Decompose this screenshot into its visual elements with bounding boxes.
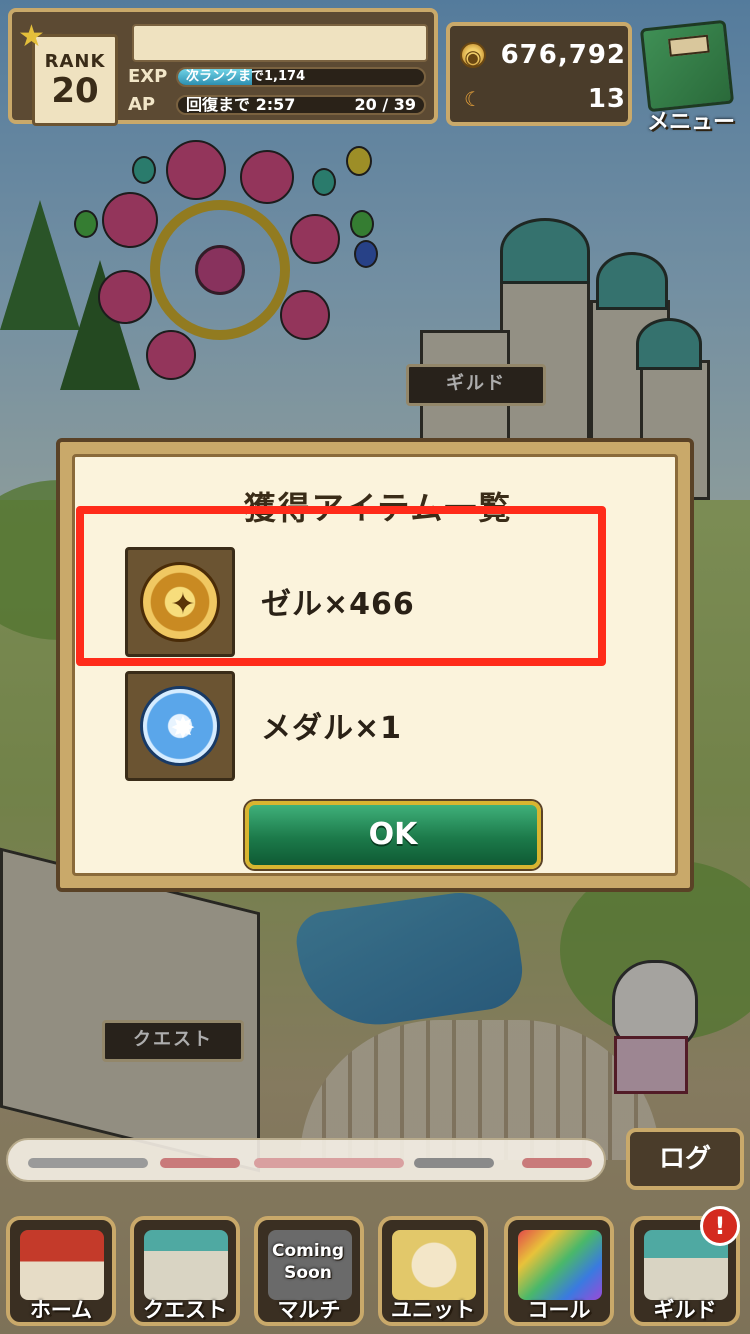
coming-soon-overlay: Coming Soon [272, 1241, 344, 1283]
nav-label: ホーム [29, 1298, 93, 1322]
exp-remaining-text: 次ランクまで1,174 [186, 69, 306, 84]
chat-text-redacted [254, 1158, 404, 1168]
player-name-banner [132, 24, 428, 62]
chat-text-redacted [28, 1158, 148, 1168]
rank-label: RANK [44, 51, 106, 72]
unit-icon [392, 1230, 476, 1300]
nav-call[interactable]: コール [500, 1210, 618, 1334]
zel-row: ◉ 676,792 [460, 36, 626, 76]
exp-row: EXP 次ランクまで1,174 [128, 64, 432, 90]
item-name: メダル×1 [261, 711, 403, 746]
ap-recover-text: 回復まで 2:57 [186, 95, 296, 114]
log-label: ログ [658, 1144, 711, 1174]
nav-label: クエスト [143, 1298, 227, 1322]
ok-button-label: OK [368, 817, 418, 852]
nav-home[interactable]: ホーム [2, 1210, 120, 1334]
list-item: ✸ メダル×1 [125, 671, 625, 781]
currency-panel: ◉ 676,792 ☾ 13 [446, 22, 632, 126]
nav-unit[interactable]: ユニット [374, 1210, 492, 1334]
exp-bar: 次ランクまで1,174 [176, 67, 426, 87]
chat-text-redacted [160, 1158, 240, 1168]
item-icon-frame: ✸ [125, 671, 235, 781]
medal-row: ☾ 13 [460, 80, 626, 120]
nav-quest[interactable]: クエスト [126, 1210, 244, 1334]
menu-label: メニュー [646, 110, 735, 135]
nav-label: ユニット [391, 1298, 475, 1322]
medal-moon-icon: ☾ [464, 87, 482, 111]
nav-label: ギルド [653, 1298, 717, 1322]
nav-label: マルチ [277, 1298, 341, 1322]
ap-bar: 回復まで 2:57 20 / 39 [176, 95, 426, 115]
home-icon [20, 1230, 104, 1300]
bottom-nav: ホーム クエスト Coming Soon マルチ ユニット コール ギルド [0, 1210, 750, 1334]
medal-value: 13 [587, 84, 626, 114]
book-icon [639, 19, 735, 113]
rank-panel: RANK 20 ★ EXP 次ランクまで1,174 AP 回復まで 2:57 2… [8, 8, 438, 126]
ap-count: 20 / 39 [354, 95, 416, 114]
quest-gate-icon [144, 1230, 228, 1300]
rank-value: 20 [51, 71, 99, 111]
top-hud: RANK 20 ★ EXP 次ランクまで1,174 AP 回復まで 2:57 2… [0, 0, 750, 140]
chat-bar[interactable] [6, 1138, 606, 1182]
highlight-box [76, 506, 606, 666]
nav-label: コール [527, 1298, 591, 1322]
chat-text-redacted [522, 1158, 592, 1168]
notification-badge: ! [700, 1206, 740, 1246]
medal-icon: ✸ [140, 686, 220, 766]
zel-coin-icon: ◉ [460, 42, 486, 69]
zel-value: 676,792 [500, 40, 626, 70]
chat-text-redacted [414, 1158, 494, 1168]
call-icon [518, 1230, 602, 1300]
ap-label: AP [128, 94, 156, 115]
log-button[interactable]: ログ [626, 1128, 744, 1190]
ok-button[interactable]: OK [245, 801, 541, 869]
star-icon: ★ [18, 19, 45, 54]
ap-row: AP 回復まで 2:57 20 / 39 [128, 92, 432, 118]
exp-label: EXP [128, 66, 168, 87]
menu-button[interactable]: メニュー [636, 19, 746, 135]
nav-multi[interactable]: Coming Soon マルチ [250, 1210, 368, 1334]
